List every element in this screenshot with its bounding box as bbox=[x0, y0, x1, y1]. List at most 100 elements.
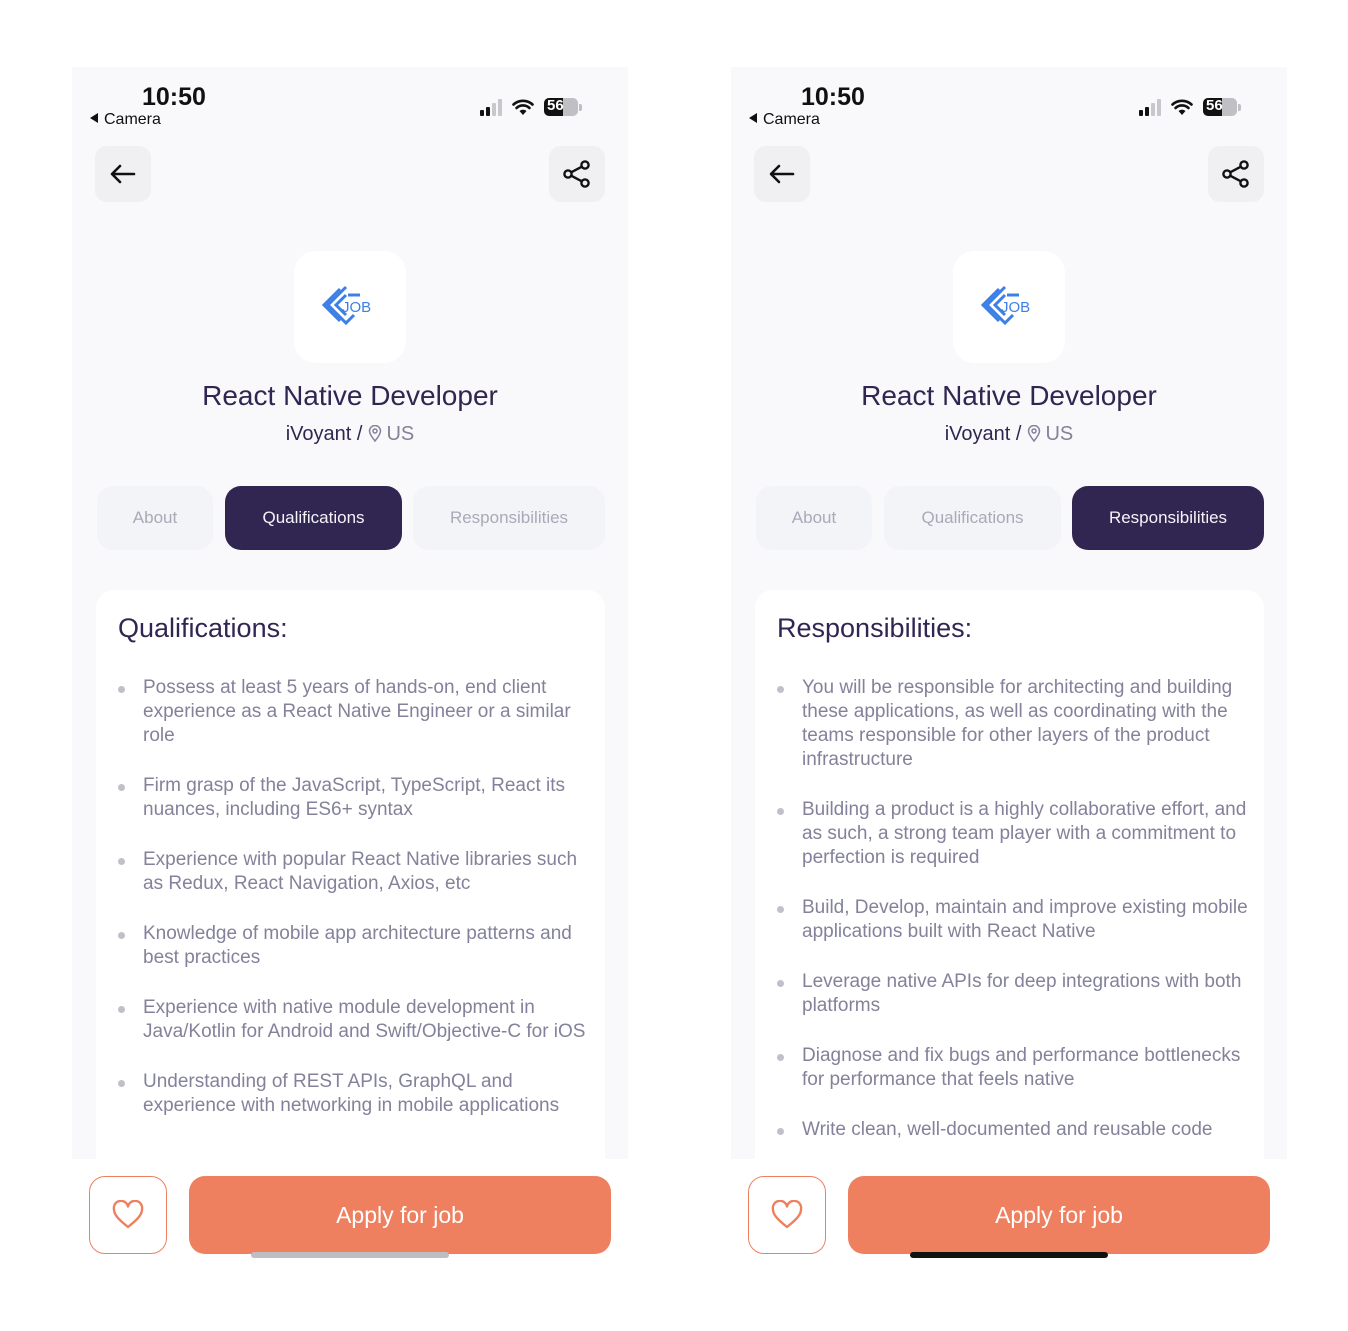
job-logo-icon: JOB bbox=[322, 285, 371, 326]
back-app-label: Camera bbox=[104, 111, 161, 128]
wifi-icon bbox=[1171, 99, 1193, 115]
battery-cap bbox=[1238, 103, 1241, 111]
tab-about[interactable]: About bbox=[756, 486, 872, 550]
status-time: 10:50 bbox=[801, 83, 865, 111]
list-item-text: Write clean, well-documented and reusabl… bbox=[802, 1119, 1213, 1140]
bullet-dot bbox=[118, 858, 125, 865]
job-location: US bbox=[1045, 423, 1074, 445]
tab-responsibilities[interactable]: Responsibilities bbox=[413, 486, 605, 550]
list-item: Write clean, well-documented and reusabl… bbox=[755, 1118, 1264, 1142]
phone-screen-responsibilities: 10:50 Camera 56 JOB React Native Develop… bbox=[731, 67, 1287, 1159]
footer-actions: Apply for job bbox=[89, 1176, 613, 1254]
list-item-text: Experience with native module developmen… bbox=[143, 997, 586, 1042]
signal-icon bbox=[1139, 98, 1161, 116]
company-logo: JOB bbox=[953, 251, 1065, 363]
list-item: Building a product is a highly collabora… bbox=[755, 798, 1264, 870]
list-item: Experience with popular React Native lib… bbox=[96, 848, 605, 896]
list-item: You will be responsible for architecting… bbox=[755, 676, 1264, 772]
footer-actions: Apply for job bbox=[748, 1176, 1272, 1254]
like-button[interactable] bbox=[89, 1176, 167, 1254]
back-to-camera-link[interactable]: Camera bbox=[749, 111, 820, 129]
location-pin-icon bbox=[1028, 424, 1041, 443]
section-title: Responsibilities: bbox=[777, 613, 973, 643]
company-name: iVoyant / bbox=[285, 423, 363, 445]
list-item-text: Leverage native APIs for deep integratio… bbox=[802, 971, 1242, 1016]
back-triangle-icon bbox=[749, 113, 757, 123]
wifi-icon bbox=[512, 99, 534, 115]
list-item-text: You will be responsible for architecting… bbox=[802, 677, 1233, 770]
list-item-text: Firm grasp of the JavaScript, TypeScript… bbox=[143, 775, 566, 820]
tab-responsibilities[interactable]: Responsibilities bbox=[1072, 486, 1264, 550]
apply-button[interactable]: Apply for job bbox=[189, 1176, 611, 1254]
list-item-text: Building a product is a highly collabora… bbox=[802, 799, 1247, 868]
like-button[interactable] bbox=[748, 1176, 826, 1254]
list-item-text: Experience with popular React Native lib… bbox=[143, 849, 578, 894]
job-location: US bbox=[386, 423, 415, 445]
list-item: Leverage native APIs for deep integratio… bbox=[755, 970, 1264, 1018]
share-icon bbox=[563, 160, 590, 188]
home-indicator[interactable] bbox=[251, 1252, 449, 1258]
back-button[interactable] bbox=[95, 146, 151, 202]
bullet-dot bbox=[777, 1128, 784, 1135]
bullet-dot bbox=[118, 1080, 125, 1087]
back-triangle-icon bbox=[90, 113, 98, 123]
company-row: iVoyant / US bbox=[72, 423, 628, 446]
signal-icon bbox=[480, 98, 502, 116]
home-indicator[interactable] bbox=[910, 1252, 1108, 1258]
list-item-text: Understanding of REST APIs, GraphQL and … bbox=[143, 1071, 560, 1116]
battery-level: 56 bbox=[547, 98, 564, 114]
responsibilities-list: You will be responsible for architecting… bbox=[755, 676, 1264, 1159]
list-item: Understanding of REST APIs, GraphQL and … bbox=[96, 1070, 605, 1118]
bullet-dot bbox=[777, 980, 784, 987]
list-item-text: Diagnose and fix bugs and performance bo… bbox=[802, 1045, 1241, 1090]
list-item: Build, Develop, maintain and improve exi… bbox=[755, 896, 1264, 944]
phone-screen-qualifications: 10:50 Camera 56 JOB React Native Develop… bbox=[72, 67, 628, 1159]
tab-qualifications[interactable]: Qualifications bbox=[884, 486, 1061, 550]
share-icon bbox=[1222, 160, 1249, 188]
job-title: React Native Developer bbox=[861, 380, 1157, 411]
back-arrow-icon bbox=[110, 164, 136, 184]
section-title: Qualifications: bbox=[118, 613, 288, 643]
back-to-camera-link[interactable]: Camera bbox=[90, 111, 161, 129]
battery-icon: 56 bbox=[1203, 98, 1237, 116]
battery-cap bbox=[579, 103, 582, 111]
list-item: Experience with native module developmen… bbox=[96, 996, 605, 1044]
bullet-dot bbox=[118, 1006, 125, 1013]
status-time: 10:50 bbox=[142, 83, 206, 111]
heart-icon bbox=[771, 1200, 803, 1229]
location-pin-icon bbox=[369, 424, 382, 443]
list-item: Diagnose and fix bugs and performance bo… bbox=[755, 1044, 1264, 1092]
qualifications-list: Possess at least 5 years of hands-on, en… bbox=[96, 676, 605, 1144]
list-item: Possess at least 5 years of hands-on, en… bbox=[96, 676, 605, 748]
company-logo: JOB bbox=[294, 251, 406, 363]
back-arrow-icon bbox=[769, 164, 795, 184]
job-title: React Native Developer bbox=[202, 380, 498, 411]
logo-text: JOB bbox=[342, 299, 371, 316]
logo-text: JOB bbox=[1001, 299, 1030, 316]
bullet-dot bbox=[118, 686, 125, 693]
bullet-dot bbox=[777, 808, 784, 815]
responsibilities-card: Responsibilities: You will be responsibl… bbox=[755, 590, 1264, 1159]
list-item-text: Build, Develop, maintain and improve exi… bbox=[802, 897, 1248, 942]
back-button[interactable] bbox=[754, 146, 810, 202]
company-row: iVoyant / US bbox=[731, 423, 1287, 446]
bullet-dot bbox=[118, 784, 125, 791]
status-icons: 56 bbox=[480, 98, 582, 116]
battery-icon: 56 bbox=[544, 98, 578, 116]
bullet-dot bbox=[777, 906, 784, 913]
list-item-text: Possess at least 5 years of hands-on, en… bbox=[143, 677, 571, 746]
apply-button[interactable]: Apply for job bbox=[848, 1176, 1270, 1254]
qualifications-card: Qualifications: Possess at least 5 years… bbox=[96, 590, 605, 1159]
tab-qualifications[interactable]: Qualifications bbox=[225, 486, 402, 550]
bullet-dot bbox=[777, 1054, 784, 1061]
heart-icon bbox=[112, 1200, 144, 1229]
status-icons: 56 bbox=[1139, 98, 1241, 116]
share-button[interactable] bbox=[1208, 146, 1264, 202]
bullet-dot bbox=[118, 932, 125, 939]
tab-about[interactable]: About bbox=[97, 486, 213, 550]
job-logo-icon: JOB bbox=[981, 285, 1030, 326]
company-name: iVoyant / bbox=[944, 423, 1022, 445]
list-item-text: Knowledge of mobile app architecture pat… bbox=[143, 923, 572, 968]
share-button[interactable] bbox=[549, 146, 605, 202]
list-item: Knowledge of mobile app architecture pat… bbox=[96, 922, 605, 970]
